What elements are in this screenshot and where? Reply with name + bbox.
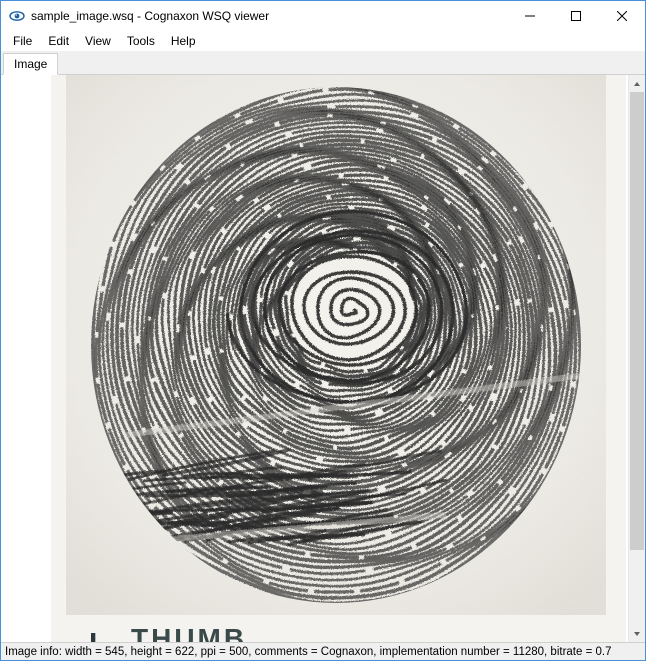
app-window: sample_image.wsq - Cognaxon WSQ viewer F…	[0, 0, 646, 661]
fingerprint-image	[66, 75, 606, 615]
app-icon	[9, 8, 25, 24]
menu-help[interactable]: Help	[163, 32, 204, 50]
image-surface: I. THUMB	[51, 75, 626, 642]
window-title: sample_image.wsq - Cognaxon WSQ viewer	[31, 9, 507, 23]
image-caption-number: I.	[89, 633, 106, 642]
tab-strip: Image	[1, 51, 645, 75]
scroll-down-button[interactable]	[629, 625, 645, 642]
window-controls	[507, 1, 645, 30]
status-text: Image info: width = 545, height = 622, p…	[5, 646, 611, 658]
content-area: I. THUMB	[1, 75, 645, 642]
menu-file[interactable]: File	[5, 32, 40, 50]
statusbar: Image info: width = 545, height = 622, p…	[1, 642, 645, 660]
minimize-button[interactable]	[507, 1, 553, 30]
menu-edit[interactable]: Edit	[40, 32, 77, 50]
tab-image[interactable]: Image	[3, 53, 58, 75]
scroll-thumb[interactable]	[630, 92, 644, 550]
scroll-up-button[interactable]	[629, 75, 645, 92]
maximize-button[interactable]	[553, 1, 599, 30]
image-caption-text: THUMB	[131, 627, 247, 642]
menu-view[interactable]: View	[77, 32, 119, 50]
menu-tools[interactable]: Tools	[119, 32, 163, 50]
image-viewport[interactable]: I. THUMB	[1, 75, 628, 642]
scroll-track[interactable]	[629, 92, 645, 625]
menubar: File Edit View Tools Help	[1, 31, 645, 51]
titlebar: sample_image.wsq - Cognaxon WSQ viewer	[1, 1, 645, 31]
close-button[interactable]	[599, 1, 645, 30]
vertical-scrollbar[interactable]	[628, 75, 645, 642]
